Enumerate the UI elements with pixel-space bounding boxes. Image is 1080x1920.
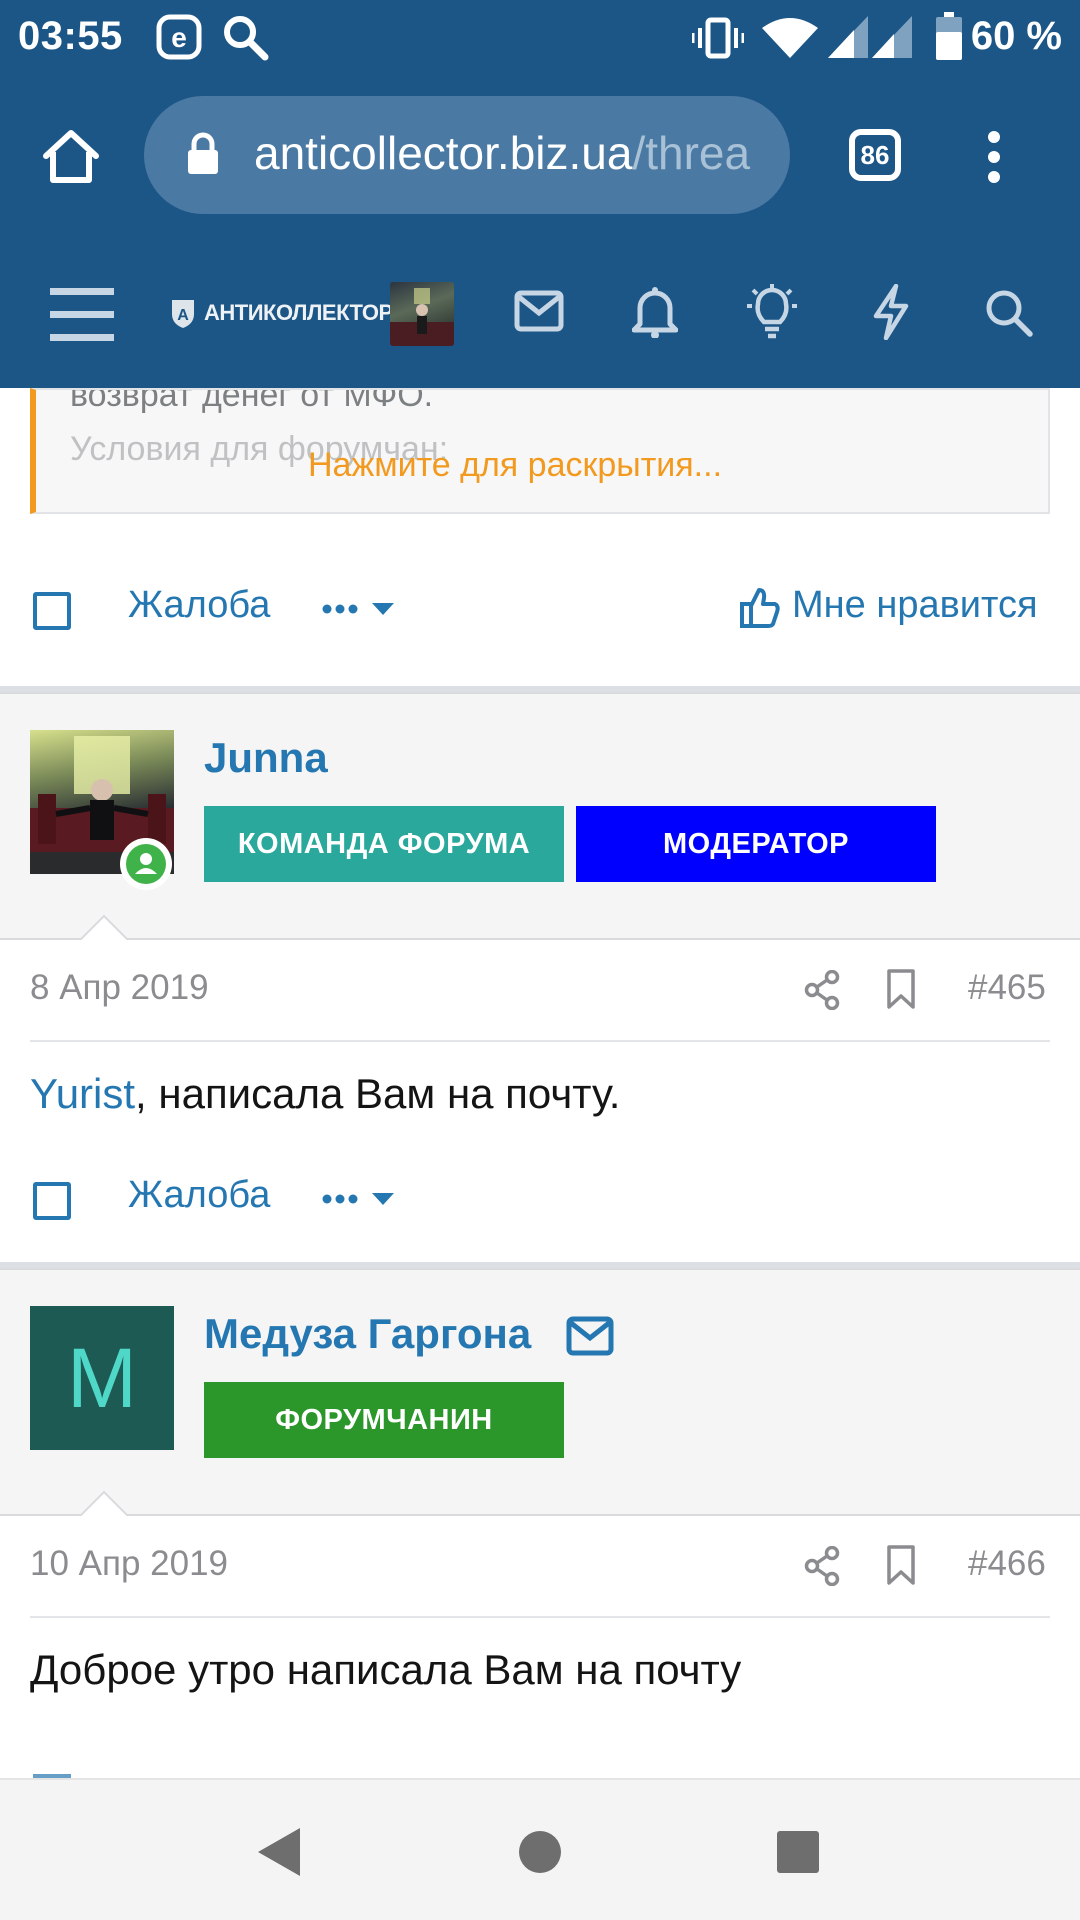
clock: 03:55	[18, 14, 123, 58]
signal-icon-2	[872, 16, 912, 58]
post-arrow	[78, 1490, 130, 1518]
report-link[interactable]: Жалоба	[128, 1174, 270, 1217]
back-button[interactable]	[254, 1826, 304, 1878]
quote-block: возврат денег от МФО. Условия для форумч…	[30, 388, 1050, 514]
user-avatar[interactable]: M	[30, 1306, 174, 1450]
message-text: , написала Вам на почту.	[135, 1070, 621, 1117]
post-body: 10 Апр 2019 #466 Доброе утро написала Ва…	[0, 1516, 1080, 1778]
url-path: /threa	[632, 127, 751, 179]
post-number-link[interactable]: #466	[968, 1544, 1046, 1584]
e-app-icon: e	[156, 14, 202, 60]
user-role-badge: МОДЕРАТОР	[576, 806, 936, 882]
post-arrow	[78, 914, 130, 942]
wifi-icon	[760, 14, 820, 60]
select-post-checkbox[interactable]	[33, 592, 71, 630]
envelope-icon[interactable]	[566, 1316, 614, 1356]
user-title-badge: ФОРУМЧАНИН	[204, 1382, 564, 1458]
envelope-icon[interactable]	[514, 290, 564, 332]
post-body: 8 Апр 2019 #465 Yurist, написала Вам на …	[0, 940, 1080, 1262]
post-date[interactable]: 10 Апр 2019	[30, 1544, 228, 1584]
lock-icon	[186, 132, 220, 176]
status-bar: 03:55 e 60 %	[0, 0, 1080, 80]
search-status-icon	[220, 12, 270, 62]
user-title-badge: КОМАНДА ФОРУМА	[204, 806, 564, 882]
username-link[interactable]: Junna	[204, 734, 328, 782]
battery-percent: 60 %	[970, 14, 1062, 58]
post-message: Yurist, написала Вам на почту.	[30, 1070, 620, 1118]
select-post-checkbox[interactable]	[33, 1182, 71, 1220]
vibrate-icon	[692, 16, 744, 60]
signal-icon	[828, 16, 868, 58]
username-link[interactable]: Медуза Гаргона	[204, 1310, 531, 1358]
bookmark-icon[interactable]	[886, 1544, 916, 1586]
bookmark-icon[interactable]	[886, 968, 916, 1010]
svg-text:e: e	[171, 22, 187, 53]
svg-text:А: А	[177, 307, 189, 324]
lightning-icon[interactable]	[872, 284, 910, 340]
report-link[interactable]: Жалоба	[128, 584, 270, 627]
site-logo[interactable]: А АНТИКОЛЛЕКТОР	[168, 296, 393, 330]
address-bar[interactable]: anticollector.biz.ua/threa	[144, 96, 790, 214]
bell-icon[interactable]	[632, 286, 678, 338]
url-host: anticollector.biz.ua	[254, 127, 633, 179]
recents-button[interactable]	[776, 1830, 820, 1874]
lightbulb-icon[interactable]	[744, 284, 800, 340]
share-icon[interactable]	[804, 1546, 840, 1586]
more-actions-menu[interactable]	[322, 598, 398, 620]
post-user-header: M Медуза Гаргона ФОРУМЧАНИН	[0, 1268, 1080, 1518]
share-icon[interactable]	[804, 970, 840, 1010]
expand-quote-link[interactable]: Нажмите для раскрытия...	[308, 446, 722, 485]
url-text: anticollector.biz.ua/threa	[254, 126, 770, 180]
post-user-header: Junna КОМАНДА ФОРУМА МОДЕРАТОР	[0, 692, 1080, 942]
search-icon[interactable]	[984, 288, 1034, 338]
previous-post: возврат денег от МФО. Условия для форумч…	[0, 388, 1080, 686]
online-status-icon	[120, 838, 172, 890]
divider	[30, 1040, 1050, 1042]
home-nav-button[interactable]	[518, 1830, 562, 1874]
quote-line: возврат денег от МФО.	[70, 388, 434, 414]
browser-menu-button[interactable]	[986, 130, 1002, 184]
more-actions-menu[interactable]	[322, 1188, 398, 1210]
divider	[30, 1616, 1050, 1618]
mention-link[interactable]: Yurist	[30, 1070, 135, 1117]
user-avatar-thumb[interactable]	[390, 282, 454, 346]
like-label: Мне нравится	[792, 584, 1038, 626]
home-button[interactable]	[40, 128, 102, 184]
battery-icon	[936, 12, 962, 60]
hamburger-menu-icon[interactable]	[50, 286, 114, 342]
thread-content[interactable]: возврат денег от МФО. Условия для форумч…	[0, 388, 1080, 1778]
tab-switcher-button[interactable]: 86	[849, 129, 901, 181]
post-message: Доброе утро написала Вам на почту	[30, 1646, 742, 1693]
post-date[interactable]: 8 Апр 2019	[30, 968, 209, 1008]
post-number-link[interactable]: #465	[968, 968, 1046, 1008]
system-navigation-bar	[0, 1778, 1080, 1920]
logo-text: АНТИКОЛЛЕКТОР	[204, 300, 393, 325]
